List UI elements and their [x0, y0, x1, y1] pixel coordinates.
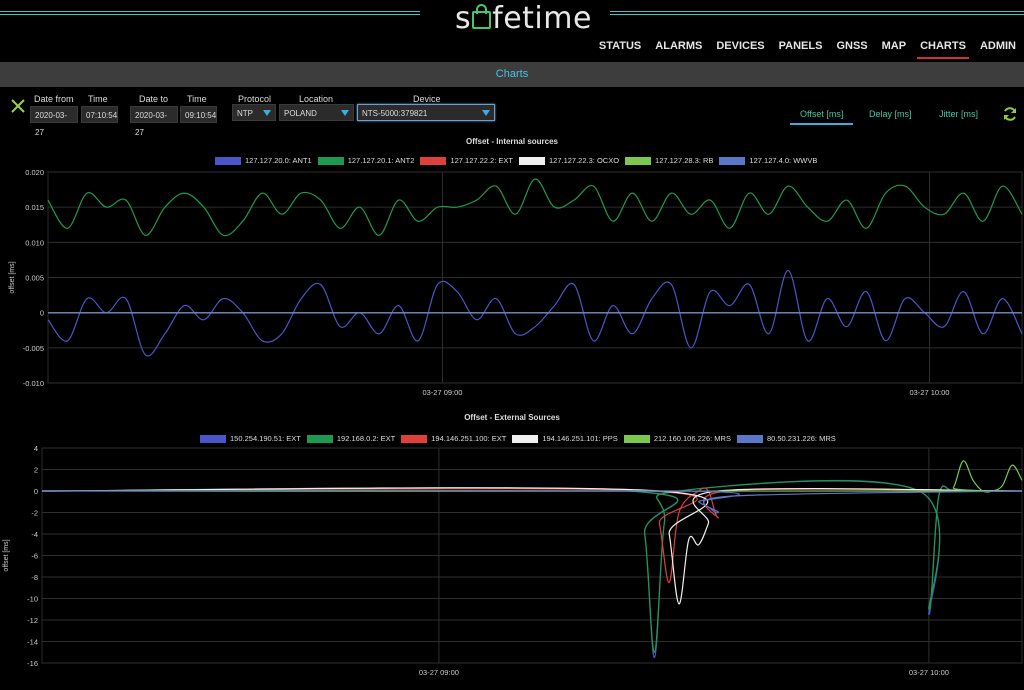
series-line [41, 489, 1023, 514]
legend-label: 127.127.20.1: ANT2 [347, 156, 415, 165]
legend-item[interactable]: 127.127.4.0: WWVB [719, 156, 817, 165]
legend-label: 127.127.4.0: WWVB [749, 156, 818, 165]
header-decoration-line-left [0, 14, 420, 15]
legend-swatch [215, 156, 241, 165]
location-label: Location [299, 94, 334, 104]
protocol-select-value: NTP [237, 109, 253, 118]
time-from-input[interactable]: 07:10:54 [81, 106, 118, 123]
time-to-label: Time [187, 94, 207, 104]
y-tick-label: -16 [27, 659, 38, 668]
x-tick-label: 03-27 10:00 [909, 388, 949, 397]
dropdown-arrow-icon [263, 110, 271, 116]
nav-map[interactable]: MAP [882, 40, 906, 56]
y-axis-label: offset [ms] [9, 261, 16, 293]
y-tick-label: 0 [34, 487, 38, 496]
nav-charts[interactable]: CHARTS [917, 40, 969, 59]
page-title-bar: Charts [0, 62, 1024, 87]
header-decoration-line-right [610, 11, 1024, 12]
main-nav: STATUS ALARMS DEVICES PANELS GNSS MAP CH… [599, 40, 1016, 59]
logo-text-suffix: fetime [492, 1, 592, 36]
tab-delay[interactable]: Delay [ms] [869, 109, 912, 119]
legend-swatch [719, 156, 746, 165]
y-tick-label: 0.015 [25, 203, 44, 212]
dropdown-arrow-icon [341, 110, 349, 116]
header-decoration-line-right [610, 14, 1024, 15]
y-tick-label: -10 [27, 595, 38, 604]
legend-item[interactable]: 127.127.22.3: OCXO [518, 156, 620, 165]
nav-alarms[interactable]: ALARMS [655, 40, 702, 56]
nav-admin[interactable]: ADMIN [980, 40, 1016, 56]
y-tick-label: -2 [31, 509, 38, 518]
time-from-label: Time [88, 94, 108, 104]
date-to-input[interactable]: 2020-03-27 [130, 106, 178, 137]
protocol-select[interactable]: NTP [232, 104, 276, 121]
y-tick-label: 2 [34, 466, 38, 475]
y-tick-label: 0.020 [25, 168, 44, 177]
chart-external-title: Offset - External Sources [464, 413, 560, 422]
legend-item[interactable]: 127.127.20.0: ANT1 [215, 156, 312, 165]
protocol-label: Protocol [238, 94, 272, 104]
chart-internal-title: Offset - Internal sources [465, 137, 559, 146]
x-tick-label: 03-27 09:00 [419, 668, 459, 677]
y-tick-label: -0.005 [23, 344, 44, 353]
x-tick-label: 03-27 09:00 [422, 388, 462, 397]
y-tick-label: 0.005 [25, 274, 44, 283]
app-logo[interactable]: s fetime [455, 1, 592, 36]
legend-label: 127.127.28.3: RB [655, 156, 714, 165]
device-select-value: NTS-5000:379821 [362, 109, 428, 118]
y-tick-label: -4 [31, 530, 38, 539]
legend-label: 127.127.20.0: ANT1 [245, 156, 312, 165]
chart-external-sources: 4 2 0 -2 -4 -6 -8 -10 -12 -14 -16 03-27 09:00 03-27 … [3, 444, 1023, 677]
legend-label: 127.127.22.3: OCXO [548, 156, 620, 165]
location-select[interactable]: POLAND [279, 104, 354, 121]
refresh-icon[interactable] [1002, 106, 1018, 122]
legend-item[interactable]: 127.127.20.1: ANT2 [317, 156, 415, 165]
series-line [41, 480, 1022, 653]
nav-devices[interactable]: DEVICES [716, 40, 764, 56]
chart-internal-sources: 0.020 0.015 0.010 0.005 0 -0.005 -0.010 03-27 0… [9, 168, 1023, 397]
chart-internal-legend: 127.127.20.0: ANT1 127.127.20.1: ANT2 12… [215, 156, 823, 165]
nav-status[interactable]: STATUS [599, 40, 641, 56]
legend-swatch [420, 156, 447, 165]
dropdown-arrow-icon [482, 110, 490, 116]
page-title: Charts [495, 68, 529, 80]
date-from-label: Date from [34, 94, 74, 104]
filter-bar: Date from 2020-03-27 Time 07:10:54 Date … [0, 88, 1024, 137]
header-decoration-line-left [0, 11, 420, 12]
legend-swatch [625, 156, 652, 165]
y-tick-label: 4 [34, 444, 38, 453]
location-select-value: POLAND [284, 109, 317, 118]
device-label: Device [413, 94, 441, 104]
y-tick-label: -12 [27, 616, 38, 625]
legend-swatch [317, 156, 344, 165]
nav-gnss[interactable]: GNSS [836, 40, 867, 56]
device-select[interactable]: NTS-5000:379821 [357, 104, 495, 121]
x-tick-label: 03-27 10:00 [909, 668, 949, 677]
y-tick-label: 0 [40, 309, 44, 318]
series-line [41, 460, 1023, 493]
lock-icon [472, 4, 492, 29]
tab-jitter[interactable]: Jitter [ms] [939, 109, 978, 119]
legend-item[interactable]: 127.127.28.3: RB [625, 156, 713, 165]
tab-offset[interactable]: Offset [ms] [789, 109, 854, 125]
series-line [41, 479, 1022, 659]
series-line [41, 487, 1023, 584]
y-tick-label: -14 [27, 638, 38, 647]
y-tick-label: -8 [31, 573, 38, 582]
y-tick-label: 0.010 [25, 238, 44, 247]
date-from-input[interactable]: 2020-03-27 [30, 106, 78, 137]
series-line [41, 487, 1023, 605]
close-icon[interactable] [10, 98, 26, 114]
logo-text-prefix: s [455, 1, 472, 36]
legend-item[interactable]: 127.127.22.2: EXT [420, 156, 513, 165]
top-bar: s fetime STATUS ALARMS DEVICES PANELS GNS… [0, 0, 1024, 62]
y-tick-label: -0.010 [23, 379, 44, 388]
nav-panels[interactable]: PANELS [779, 40, 823, 56]
time-to-input[interactable]: 09:10:54 [180, 106, 217, 123]
legend-swatch [518, 156, 545, 165]
y-axis-label: offset [ms] [3, 539, 10, 571]
legend-label: 127.127.22.2: EXT [450, 156, 513, 165]
date-to-label: Date to [139, 94, 169, 104]
y-tick-label: -6 [31, 552, 38, 561]
